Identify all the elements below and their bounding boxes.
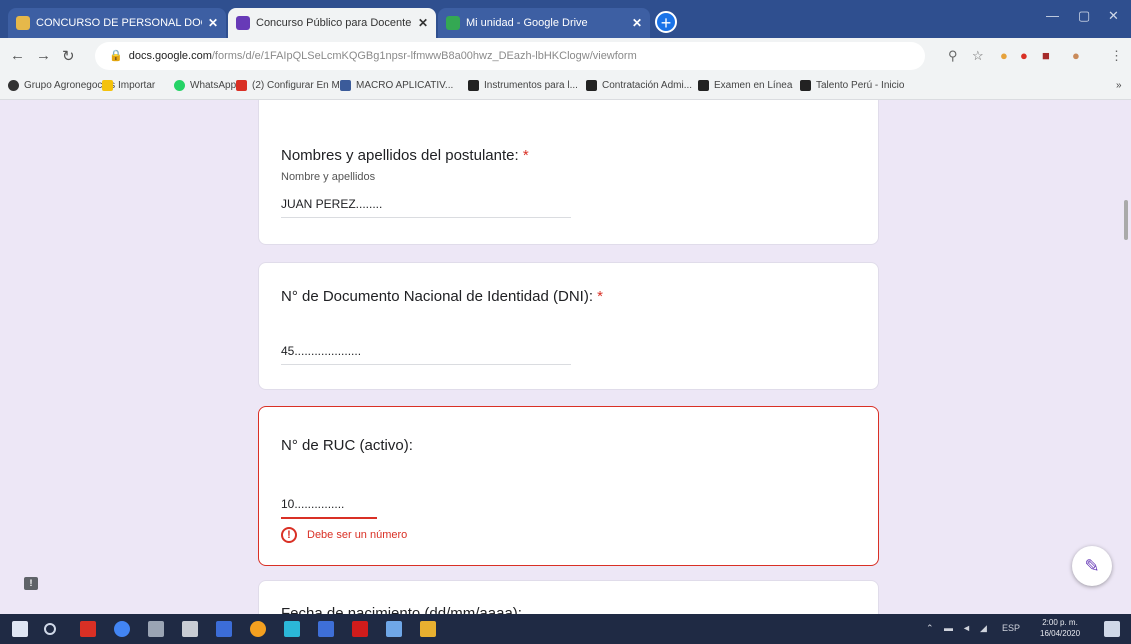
runner-icon [468,80,479,91]
whatsapp-icon [174,80,185,91]
tab-concurso-personal[interactable]: CONCURSO DE PERSONAL DOC ✕ [8,8,226,38]
question-title: N° de RUC (activo): [281,437,413,454]
runner-icon [698,80,709,91]
address-bar[interactable]: 🔒 docs.google.com/forms/d/e/1FAIpQLSeLcmK… [95,42,925,70]
name-input[interactable]: JUAN PEREZ........ [281,197,571,218]
bookmark-star-icon[interactable]: ☆ [972,48,984,64]
url-path: /forms/d/e/1FAIpQLSeLcmKQGBg1npsr-lfmwwB… [211,50,637,62]
bookmark-item[interactable]: Contratación Admi... [586,80,692,91]
battery-icon[interactable]: ▬ [944,623,953,633]
back-arrow-icon[interactable]: ← [10,47,25,64]
extension-icon[interactable]: ■ [1042,48,1050,63]
bookmark-item[interactable]: Instrumentos para l... [468,80,578,91]
bookmark-item[interactable]: (2) Configurar En M... [236,80,348,91]
app-icon[interactable] [420,621,436,637]
youtube-icon [236,80,247,91]
feedback-icon[interactable]: ! [24,577,38,590]
question-title: Fecha de nacimiento (dd/mm/aaaa): [281,605,522,614]
form-content: Nombres y apellidos del postulante: * No… [0,100,1131,614]
bookmarks-more-button[interactable]: » [1116,80,1122,91]
tab-favicon-icon [16,16,30,30]
bookmark-item[interactable]: Grupo Agronegocios [8,80,115,91]
volume-icon[interactable]: ◄ [962,623,971,633]
bookmark-item[interactable]: WhatsApp [174,80,236,91]
browser-tab-strip: CONCURSO DE PERSONAL DOC ✕ Concurso Públ… [0,0,1131,38]
extension-icon[interactable]: ● [1000,48,1008,63]
notifications-icon[interactable] [1104,621,1120,637]
maximize-icon[interactable]: ▢ [1078,8,1090,24]
bookmark-item[interactable]: MACRO APLICATIV... [340,80,453,91]
folder-icon [102,80,113,91]
ruc-input[interactable]: 10............... [281,497,377,519]
google-drive-icon [446,16,460,30]
globe-icon [8,80,19,91]
menu-dots-icon[interactable]: ⋮ [1110,48,1123,64]
reload-icon[interactable]: ↻ [62,47,75,65]
scrollbar[interactable] [1124,200,1128,240]
question-title: N° de Documento Nacional de Identidad (D… [281,288,604,305]
question-title: Nombres y apellidos del postulante: * [281,147,529,164]
runner-icon [586,80,597,91]
system-clock[interactable]: 2:00 p. m. 16/04/2020 [1040,617,1080,639]
app-icon[interactable] [148,621,164,637]
bookmark-item[interactable]: Talento Perú - Inicio [800,80,904,91]
profile-avatar-icon[interactable]: ● [1072,48,1080,63]
windows-taskbar: ⌃ ▬ ◄ ◢ ESP 2:00 p. m. 16/04/2020 [0,614,1131,644]
runner-icon [800,80,811,91]
tab-google-form[interactable]: Concurso Público para Docente ✕ [228,8,436,38]
app-icon[interactable] [284,621,300,637]
app-icon[interactable] [352,621,368,637]
browser-toolbar: ← → ↻ 🔒 docs.google.com/forms/d/e/1FAIpQL… [0,38,1131,74]
new-tab-button[interactable]: + [655,11,677,33]
window-close-icon[interactable]: ✕ [1108,8,1119,24]
app-icon[interactable] [80,621,96,637]
bookmark-item[interactable]: Examen en Línea [698,80,792,91]
error-icon: ! [281,527,297,543]
question-card-birthdate: Fecha de nacimiento (dd/mm/aaaa): [258,580,879,614]
google-forms-icon [236,16,250,30]
url-host: docs.google.com [128,50,212,62]
search-icon[interactable] [44,623,56,635]
input-language[interactable]: ESP [1002,623,1020,633]
app-icon[interactable] [318,621,334,637]
chrome-icon[interactable] [250,621,266,637]
app-icon[interactable] [216,621,232,637]
validation-error: ! Debe ser un número [281,527,407,543]
macro-icon [340,80,351,91]
windows-start-icon[interactable] [12,621,28,637]
tab-google-drive[interactable]: Mi unidad - Google Drive ✕ [438,8,650,38]
tab-close-icon[interactable]: ✕ [632,16,642,30]
question-card-dni: N° de Documento Nacional de Identidad (D… [258,262,879,390]
network-icon[interactable]: ◢ [980,623,987,634]
tab-close-icon[interactable]: ✕ [208,16,218,30]
question-description: Nombre y apellidos [281,171,376,183]
app-icon[interactable] [114,621,130,637]
lock-icon: 🔒 [109,50,123,62]
calculator-icon[interactable] [182,621,198,637]
tab-close-icon[interactable]: ✕ [418,16,428,30]
bookmarks-bar: Grupo Agronegocios Importar WhatsApp (2)… [0,74,1131,100]
tray-chevron-icon[interactable]: ⌃ [926,623,934,634]
app-icon[interactable] [386,621,402,637]
question-card-name: Nombres y apellidos del postulante: * No… [258,100,879,245]
minimize-icon[interactable]: — [1046,8,1059,23]
forward-arrow-icon[interactable]: → [36,47,51,64]
dni-input[interactable]: 45.................... [281,344,571,365]
edit-pencil-icon[interactable]: ✎ [1072,546,1112,586]
extension-icon[interactable]: ● [1020,48,1028,63]
question-card-ruc: N° de RUC (activo): 10............... ! … [258,406,879,566]
bookmark-item[interactable]: Importar [102,80,155,91]
zoom-icon[interactable]: ⚲ [948,48,958,64]
